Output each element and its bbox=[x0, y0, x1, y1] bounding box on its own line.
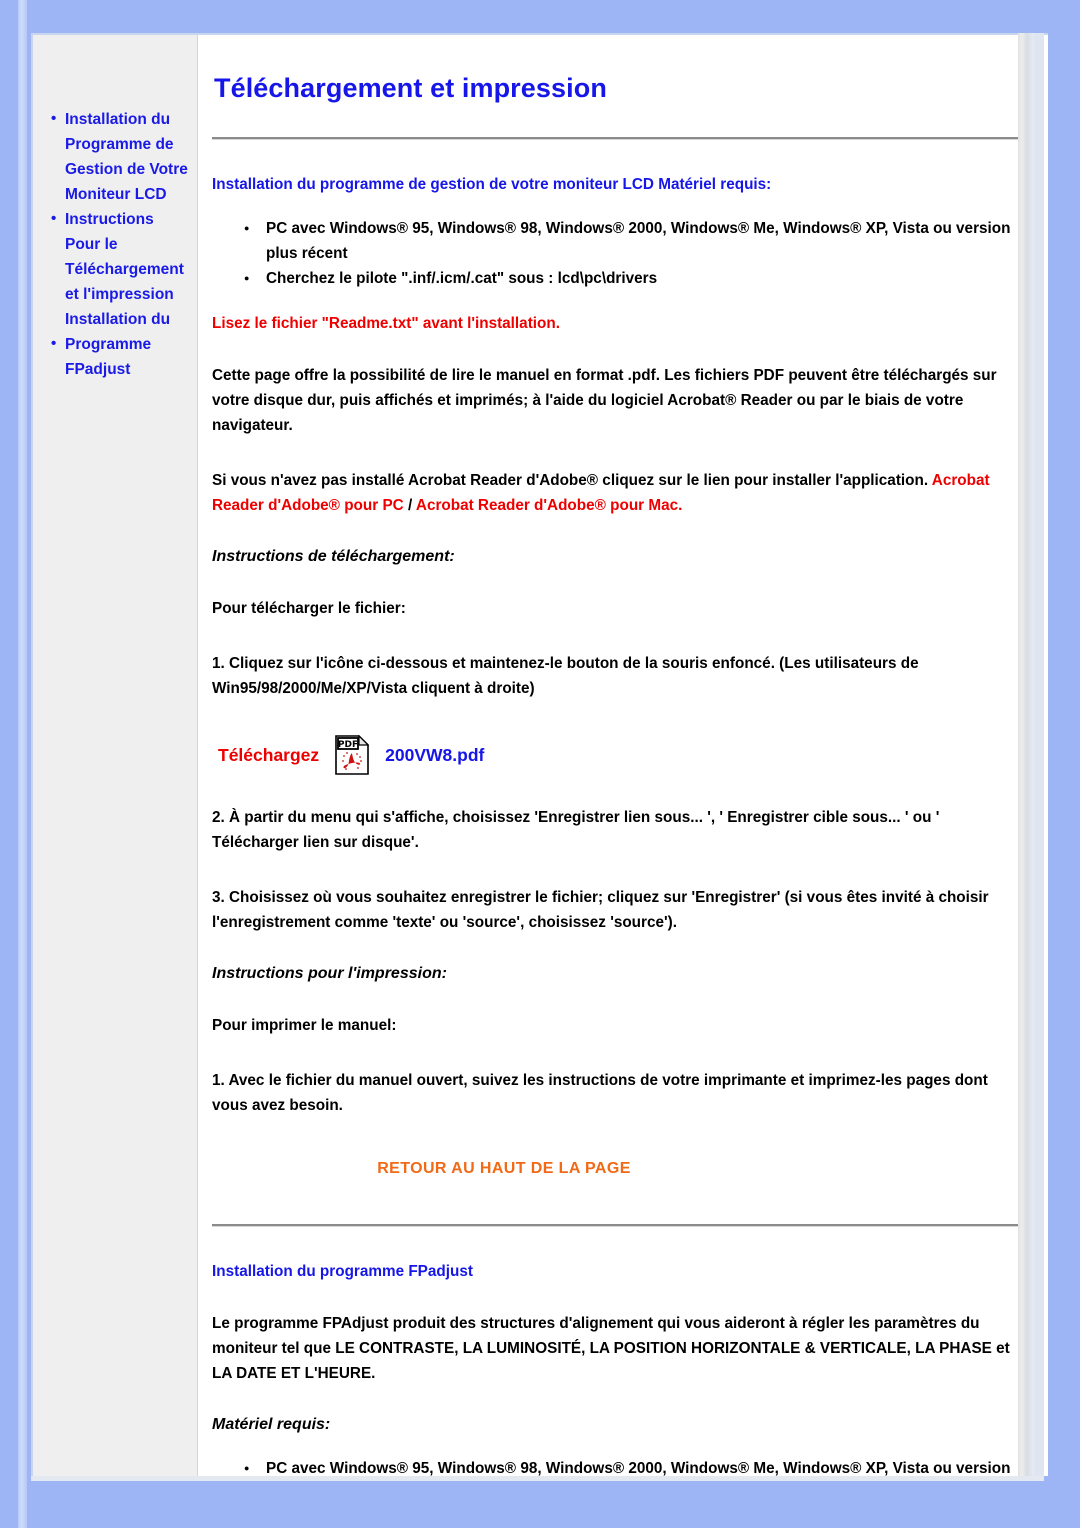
sidebar: Installation du Programme de Gestion de … bbox=[33, 35, 198, 1476]
paragraph-acrobat-links: Si vous n'avez pas installé Acrobat Read… bbox=[212, 468, 1026, 518]
print-step-1: 1. Avec le fichier du manuel ouvert, sui… bbox=[212, 1072, 988, 1114]
download-row[interactable]: Téléchargez PDF 200VW8.pdf bbox=[212, 734, 1026, 775]
download-step-3: 3. Choisissez où vous souhaitez enregist… bbox=[212, 889, 989, 931]
sidebar-list: Installation du Programme de Gestion de … bbox=[33, 35, 197, 382]
svg-text:PDF: PDF bbox=[338, 740, 358, 750]
left-scroll-strip bbox=[18, 0, 27, 1528]
back-to-top-link[interactable]: RETOUR AU HAUT DE LA PAGE bbox=[212, 1160, 1026, 1178]
sidebar-item-label: Programme FPadjust bbox=[65, 336, 152, 378]
page-root: Installation du Programme de Gestion de … bbox=[0, 0, 1080, 1528]
sidebar-item-label: Instructions Pour le Téléchargement et l… bbox=[65, 211, 184, 328]
document-frame: Installation du Programme de Gestion de … bbox=[31, 33, 1048, 1476]
sidebar-item-label: Installation du Programme de Gestion de … bbox=[65, 111, 188, 203]
download-intro: Pour télécharger le fichier: bbox=[212, 600, 406, 617]
frame-right-edge bbox=[1018, 33, 1034, 1476]
print-intro: Pour imprimer le manuel: bbox=[212, 1017, 397, 1034]
requirements-list: PC avec Windows® 95, Windows® 98, Window… bbox=[212, 216, 1026, 291]
page-title: Téléchargement et impression bbox=[214, 73, 607, 103]
paragraph-acrobat-prefix: Si vous n'avez pas installé Acrobat Read… bbox=[212, 472, 929, 489]
print-instructions-heading: Instructions pour l'impression: bbox=[212, 965, 447, 982]
pdf-file-icon[interactable]: PDF bbox=[335, 734, 370, 775]
section-heading-fpadjust: Installation du programme FPadjust bbox=[212, 1263, 473, 1280]
main-content: Téléchargement et impression Installatio… bbox=[198, 35, 1048, 1476]
fpadjust-requirements-list: PC avec Windows® 95, Windows® 98, Window… bbox=[212, 1456, 1026, 1476]
list-item: PC avec Windows® 95, Windows® 98, Window… bbox=[242, 1456, 1026, 1476]
list-item: Cherchez le pilote ".inf/.icm/.cat" sous… bbox=[242, 266, 1026, 291]
download-label: Téléchargez bbox=[218, 744, 320, 765]
paragraph-pdf-info: Cette page offre la possibilité de lire … bbox=[212, 367, 997, 434]
download-instructions-heading: Instructions de téléchargement: bbox=[212, 548, 455, 565]
download-filename-link[interactable]: 200VW8.pdf bbox=[385, 745, 484, 766]
acrobat-reader-mac-link[interactable]: Acrobat Reader d'Adobe® pour Mac. bbox=[416, 497, 683, 514]
link-separator: / bbox=[407, 497, 413, 514]
fpadjust-requis-heading: Matériel requis: bbox=[212, 1416, 331, 1433]
fpadjust-paragraph: Le programme FPAdjust produit des struct… bbox=[212, 1315, 1010, 1382]
download-step-2: 2. À partir du menu qui s'affiche, chois… bbox=[212, 809, 940, 851]
readme-warning: Lisez le fichier "Readme.txt" avant l'in… bbox=[212, 315, 560, 332]
section-divider bbox=[212, 1224, 1022, 1227]
list-item: PC avec Windows® 95, Windows® 98, Window… bbox=[242, 216, 1026, 266]
section-heading-installation: Installation du programme de gestion de … bbox=[212, 176, 772, 193]
download-step-1: 1. Cliquez sur l'icône ci-dessous et mai… bbox=[212, 655, 919, 697]
sidebar-item-installation-programme-gestion[interactable]: Installation du Programme de Gestion de … bbox=[33, 106, 197, 207]
title-divider bbox=[212, 137, 1022, 140]
frame-bottom-edge bbox=[31, 1476, 1044, 1481]
sidebar-item-instructions-telechargement[interactable]: Instructions Pour le Téléchargement et l… bbox=[33, 206, 197, 332]
frame-right-edge-outer bbox=[1034, 33, 1044, 1476]
sidebar-item-programme-fpadjust[interactable]: Programme FPadjust bbox=[33, 331, 197, 382]
